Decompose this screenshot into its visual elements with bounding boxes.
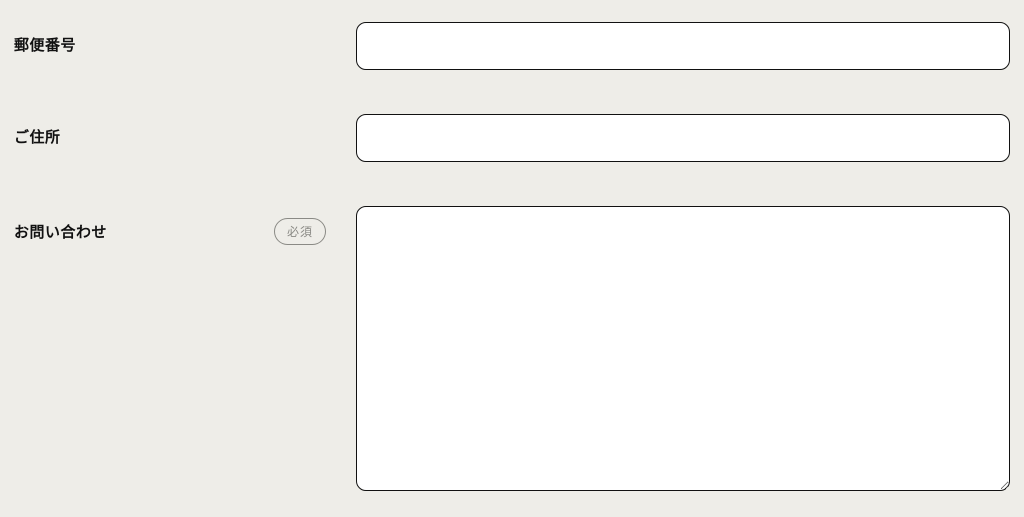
inquiry-label: お問い合わせ bbox=[14, 221, 107, 242]
required-badge: 必須 bbox=[274, 218, 326, 245]
address-label: ご住所 bbox=[14, 126, 61, 147]
form-row-address: ご住所 bbox=[14, 114, 1010, 162]
postal-code-label: 郵便番号 bbox=[14, 34, 76, 55]
form-row-postal-code: 郵便番号 bbox=[14, 22, 1010, 70]
inquiry-textarea[interactable] bbox=[356, 206, 1010, 491]
input-area bbox=[356, 114, 1010, 162]
input-area bbox=[356, 206, 1010, 496]
address-input[interactable] bbox=[356, 114, 1010, 162]
postal-code-input[interactable] bbox=[356, 22, 1010, 70]
form-row-inquiry: お問い合わせ 必須 bbox=[14, 206, 1010, 496]
label-area: 郵便番号 bbox=[14, 22, 356, 55]
input-area bbox=[356, 22, 1010, 70]
label-area: お問い合わせ 必須 bbox=[14, 206, 356, 245]
label-area: ご住所 bbox=[14, 114, 356, 147]
